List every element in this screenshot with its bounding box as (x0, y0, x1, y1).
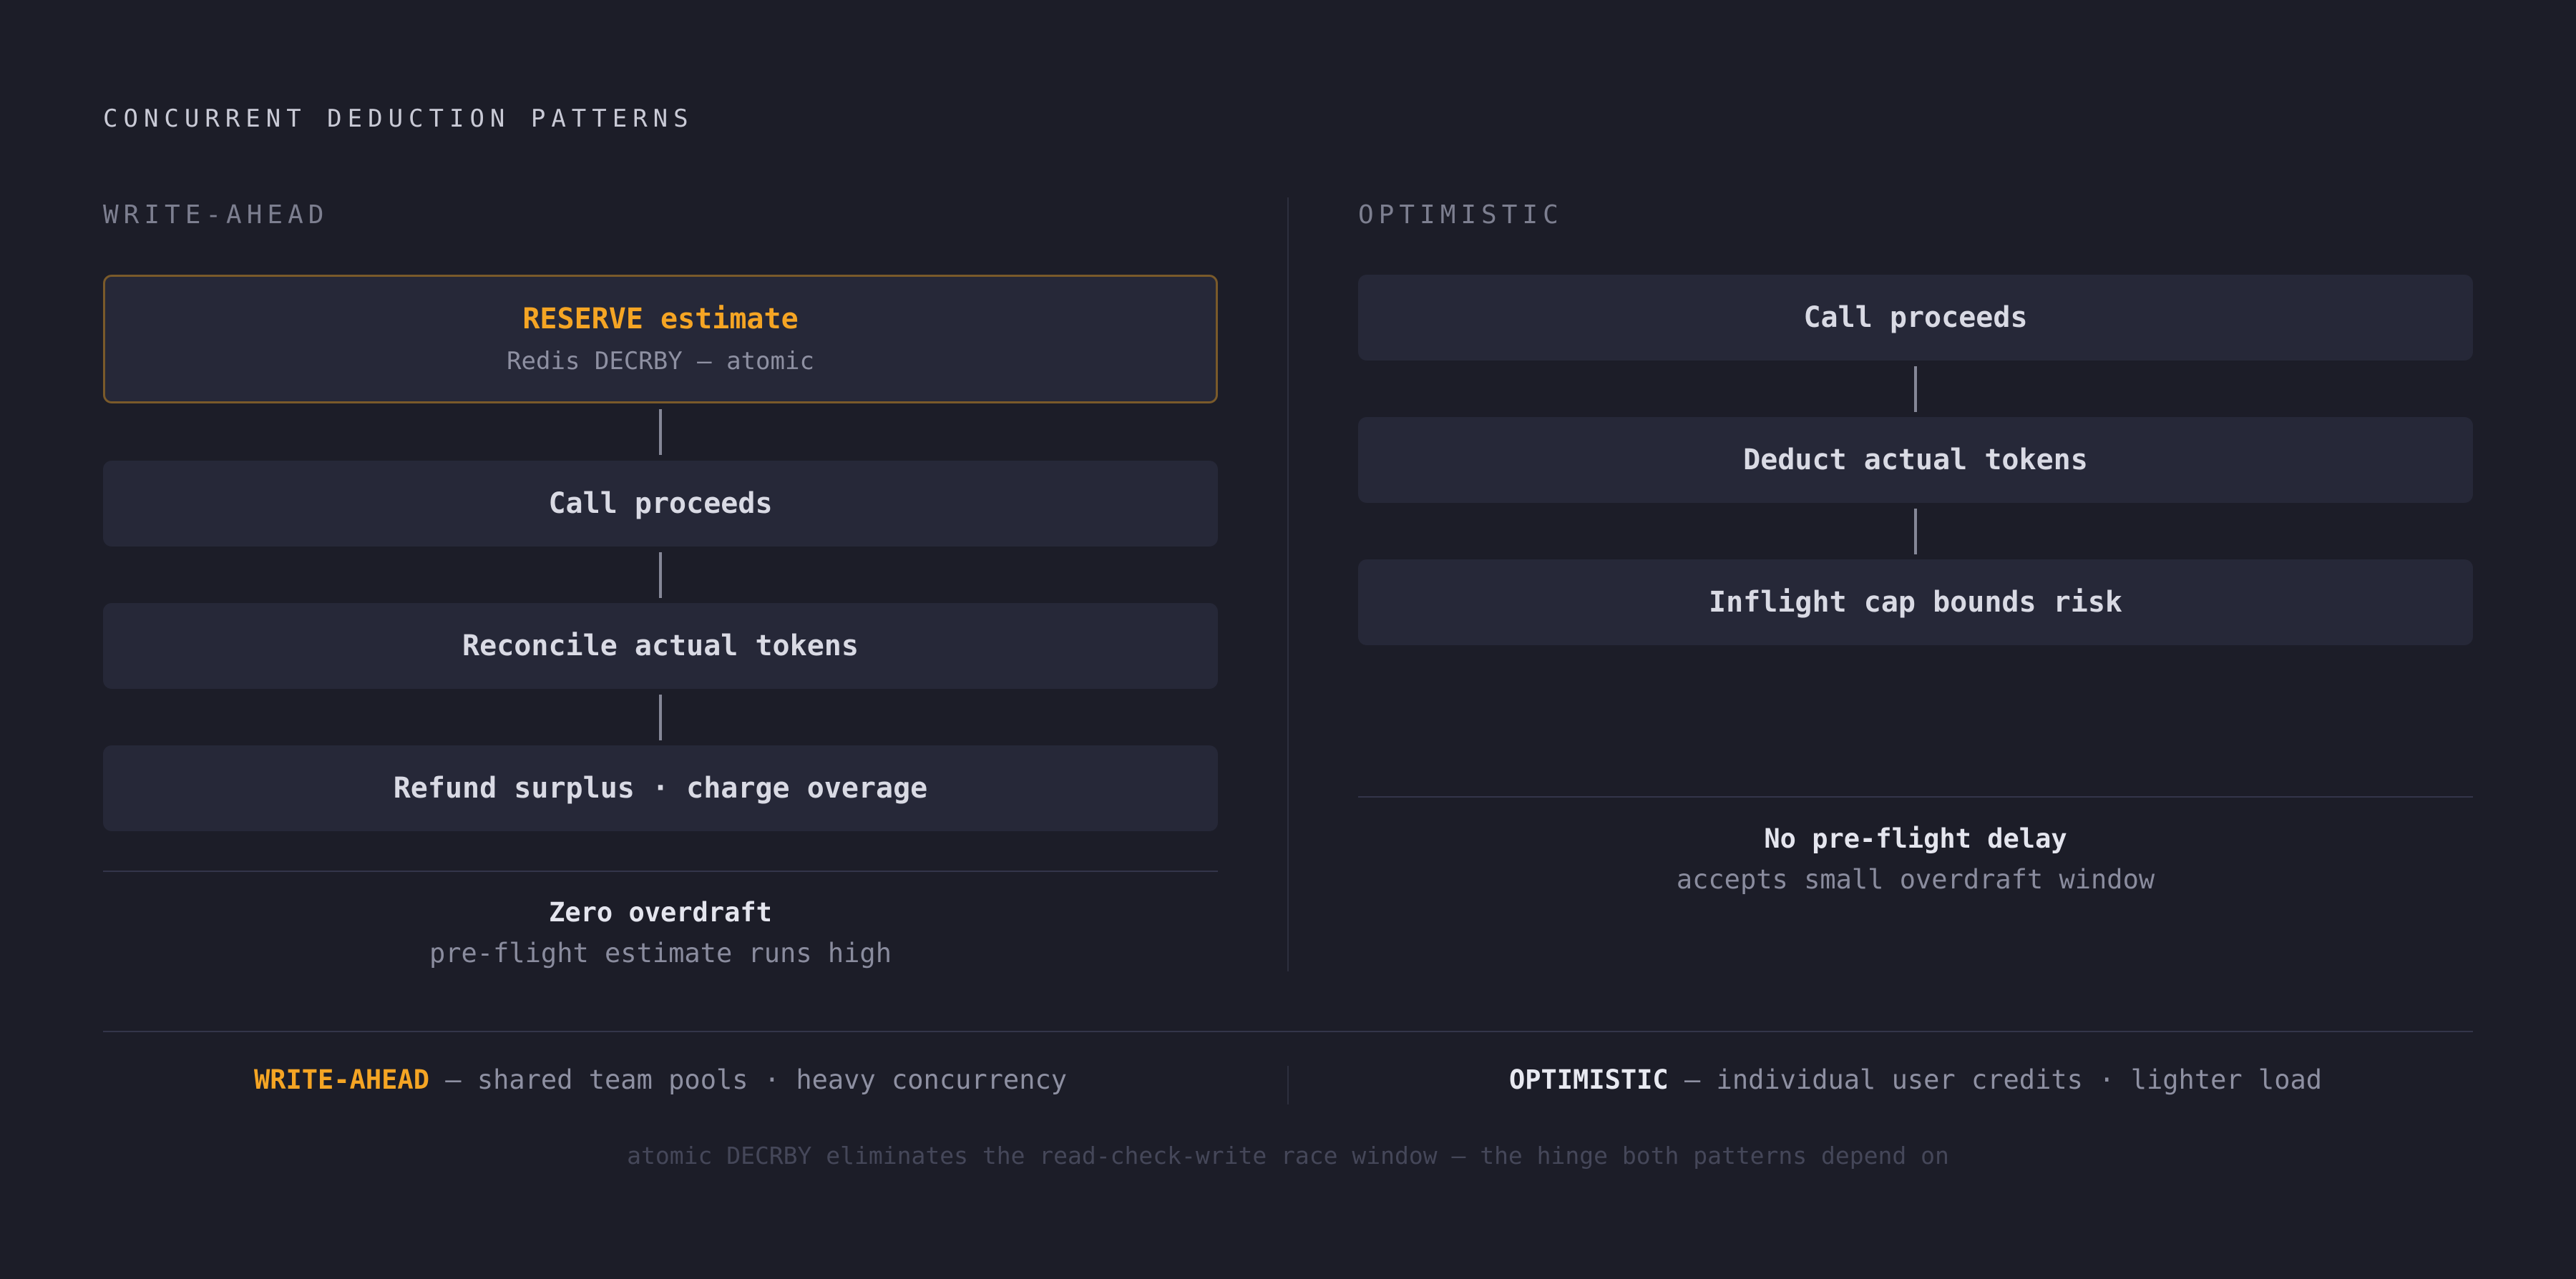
step-label: Reconcile actual tokens (462, 629, 859, 662)
inflight-cap-step: Inflight cap bounds risk (1358, 559, 2473, 645)
outcome-detail: pre-flight estimate runs high (429, 938, 892, 969)
outcome-detail: accepts small overdraft window (1676, 864, 2155, 895)
page-title: CONCURRENT DEDUCTION PATTERNS (103, 104, 694, 133)
write-ahead-summary: WRITE-AHEAD — shared team pools · heavy … (103, 1064, 1218, 1095)
optimistic-heading: OPTIMISTIC (1358, 200, 1563, 230)
optimistic-summary: OPTIMISTIC — individual user credits · l… (1358, 1064, 2473, 1095)
summary-column-divider (1287, 1066, 1289, 1104)
step-label: Inflight cap bounds risk (1709, 586, 2122, 619)
footnote: atomic DECRBY eliminates the read-check-… (627, 1142, 1949, 1170)
column-divider (1287, 197, 1289, 971)
outcome-title: No pre-flight delay (1764, 823, 2067, 854)
summary-text: — shared team pools · heavy concurrency (429, 1064, 1068, 1095)
write-ahead-outcome: Zero overdraft pre-flight estimate runs … (103, 897, 1218, 969)
connector (659, 695, 662, 740)
summary-name: OPTIMISTIC (1508, 1064, 1669, 1095)
deduct-step: Deduct actual tokens (1358, 417, 2473, 503)
connector (1914, 509, 1917, 554)
connector (659, 552, 662, 598)
call-proceeds-step: Call proceeds (103, 461, 1218, 547)
reconcile-step: Reconcile actual tokens (103, 603, 1218, 689)
step-label: Deduct actual tokens (1743, 444, 2088, 476)
outcome-title: Zero overdraft (549, 897, 772, 928)
divider (1358, 796, 2473, 798)
summary-name: WRITE-AHEAD (253, 1064, 429, 1095)
step-label: Refund surplus · charge overage (393, 772, 928, 805)
step-label: Call proceeds (1803, 301, 2028, 334)
summary-text: — individual user credits · lighter load (1668, 1064, 2323, 1095)
write-ahead-heading: WRITE-AHEAD (103, 200, 329, 230)
step-label: Call proceeds (548, 487, 773, 520)
divider (103, 871, 1218, 872)
reserve-estimate-label: RESERVE estimate (522, 303, 799, 335)
optimistic-outcome: No pre-flight delay accepts small overdr… (1358, 823, 2473, 895)
reserve-estimate-detail: Redis DECRBY — atomic (507, 347, 814, 376)
diagram-page: CONCURRENT DEDUCTION PATTERNS WRITE-AHEA… (0, 0, 2576, 1279)
connector (659, 409, 662, 455)
reserve-estimate-step: RESERVE estimate Redis DECRBY — atomic (103, 275, 1218, 403)
summary-divider (103, 1031, 2473, 1032)
connector (1914, 366, 1917, 412)
refund-step: Refund surplus · charge overage (103, 745, 1218, 831)
call-proceeds-step: Call proceeds (1358, 275, 2473, 361)
